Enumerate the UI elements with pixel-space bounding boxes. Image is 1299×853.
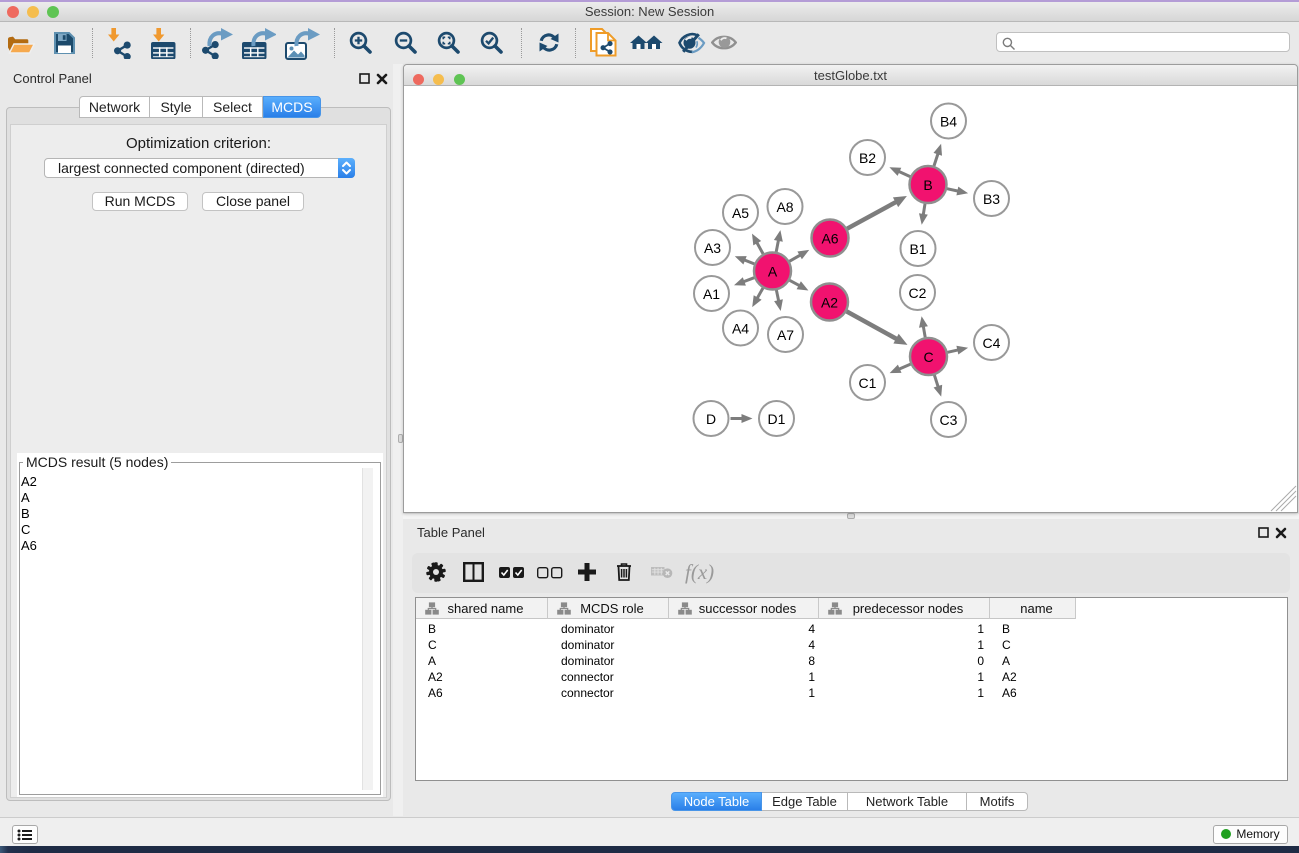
svg-text:C3: C3 — [940, 412, 958, 428]
svg-text:B2: B2 — [859, 150, 876, 166]
svg-text:B3: B3 — [983, 191, 1000, 207]
svg-text:D1: D1 — [768, 411, 786, 427]
svg-text:A1: A1 — [703, 286, 720, 302]
svg-text:A6: A6 — [821, 231, 838, 247]
svg-text:D: D — [706, 411, 716, 427]
svg-text:A4: A4 — [732, 321, 749, 337]
svg-text:A5: A5 — [732, 205, 749, 221]
svg-text:C1: C1 — [859, 375, 877, 391]
svg-text:B: B — [923, 177, 932, 193]
svg-text:C4: C4 — [983, 335, 1001, 351]
svg-text:A8: A8 — [776, 199, 793, 215]
svg-text:A: A — [768, 264, 778, 280]
svg-text:A2: A2 — [821, 295, 838, 311]
svg-text:B4: B4 — [940, 114, 957, 130]
svg-text:C2: C2 — [909, 285, 927, 301]
svg-text:A7: A7 — [777, 327, 794, 343]
svg-text:B1: B1 — [909, 241, 926, 257]
svg-text:A3: A3 — [704, 240, 721, 256]
svg-text:C: C — [923, 349, 933, 365]
